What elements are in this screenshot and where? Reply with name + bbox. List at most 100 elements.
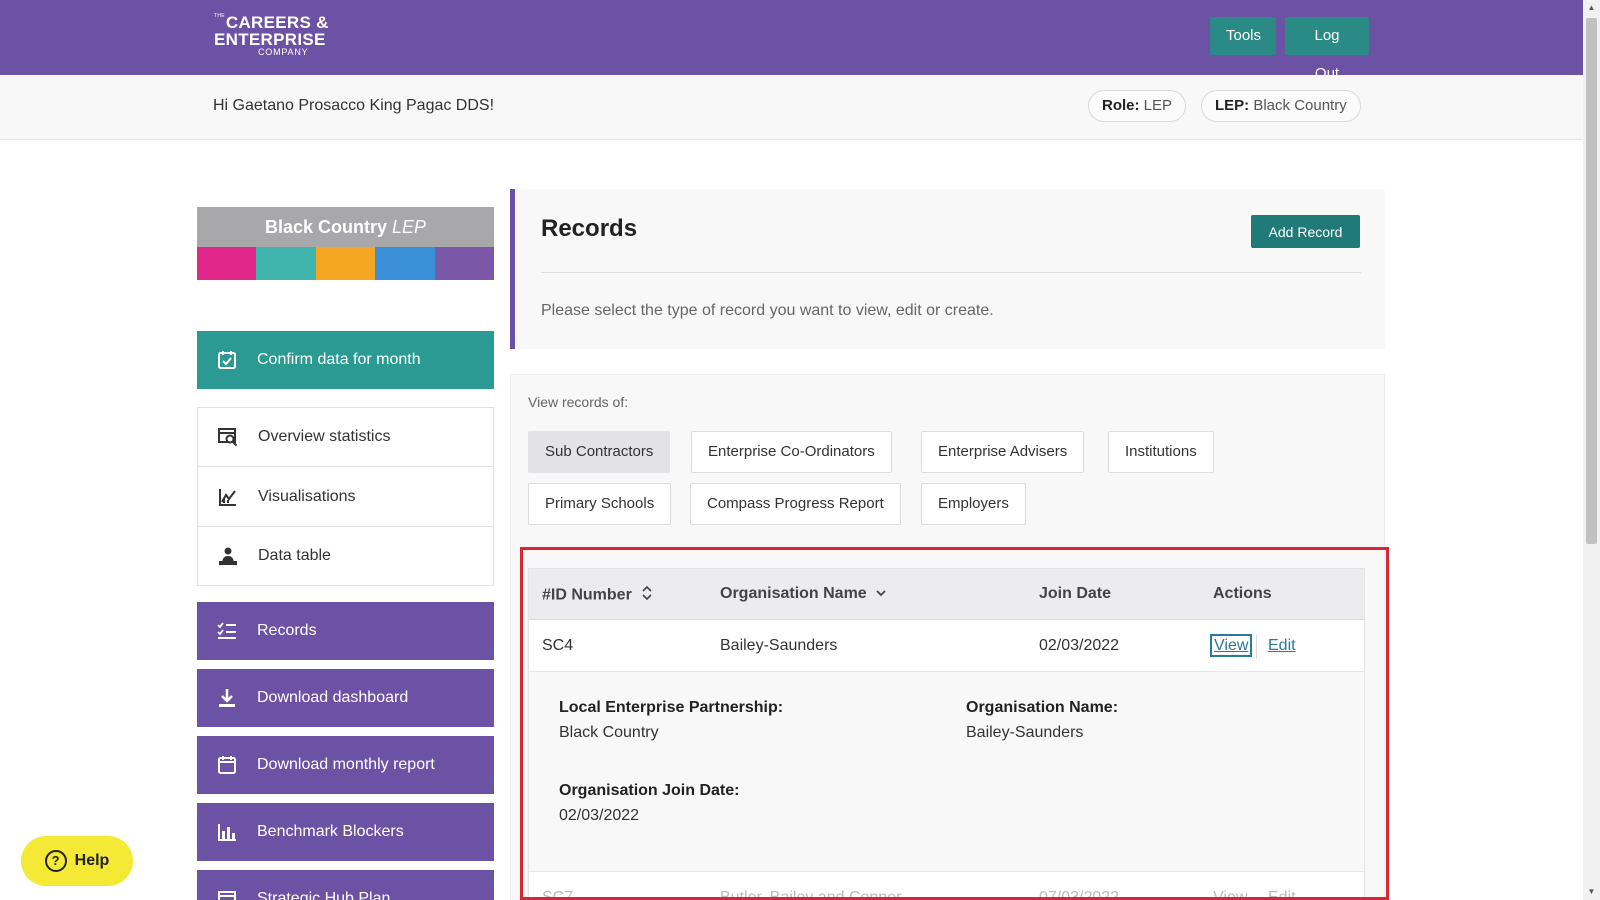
divider xyxy=(541,272,1361,273)
sidebar-action-label: Strategic Hub Plan xyxy=(257,890,391,900)
edit-link[interactable]: Edit xyxy=(1268,637,1296,654)
sidebar-action-strategic-hub-plan[interactable]: Strategic Hub Plan xyxy=(197,870,494,900)
top-header: THECAREERS & ENTERPRISE COMPANY Tools Lo… xyxy=(0,0,1583,82)
list-icon xyxy=(217,621,237,641)
sidebar-action-label: Records xyxy=(257,622,317,639)
lep-key: LEP: xyxy=(1215,97,1250,114)
sort-updown-icon[interactable] xyxy=(642,585,652,606)
detail-org-label: Organisation Name: xyxy=(966,699,1119,716)
sidebar-action-label: Download monthly report xyxy=(257,756,435,773)
lep-badge: LEP: Black Country xyxy=(1201,90,1361,122)
sidebar-item-label: Overview statistics xyxy=(258,428,391,445)
detail-join-label: Organisation Join Date: xyxy=(559,782,740,799)
chevron-down-icon[interactable] xyxy=(875,585,887,603)
logo-line-2: ENTERPRISE xyxy=(214,30,326,49)
detail-lep-label: Local Enterprise Partnership: xyxy=(559,699,784,716)
role-key: Role: xyxy=(1102,97,1140,114)
sidebar-item-label: Data table xyxy=(258,547,331,564)
column-join-date: Join Date xyxy=(1039,585,1112,602)
scrollbar[interactable]: ▲ ▼ xyxy=(1583,0,1600,900)
logout-button[interactable]: Log Out xyxy=(1285,17,1369,82)
lep-logo: Black Country LEP xyxy=(197,207,495,280)
sidebar-item-overview-statistics[interactable]: Overview statistics xyxy=(197,407,494,467)
magnify-report-icon xyxy=(218,427,238,447)
chart-trend-icon xyxy=(218,487,238,507)
edit-link[interactable]: Edit xyxy=(1268,889,1296,900)
records-table: #ID Number Organisation Name Join Date A… xyxy=(528,568,1365,900)
logo-line-3: COMPANY xyxy=(258,47,309,57)
cell-organisation-name: Bailey-Saunders xyxy=(720,637,838,654)
cell-join-date: 07/03/2022 xyxy=(1039,889,1120,900)
column-organisation-name[interactable]: Organisation Name xyxy=(720,585,887,603)
download-icon xyxy=(217,688,237,708)
bar-chart-icon xyxy=(217,822,237,842)
cell-organisation-name: Butler, Bailey and Conner xyxy=(720,889,902,900)
tools-button[interactable]: Tools xyxy=(1210,17,1276,55)
help-label: Help xyxy=(74,852,110,869)
confirm-data-button[interactable]: Confirm data for month xyxy=(197,331,494,389)
sidebar-action-download-dashboard[interactable]: Download dashboard xyxy=(197,669,494,727)
sidebar-action-label: Benchmark Blockers xyxy=(257,823,404,840)
column-actions: Actions xyxy=(1213,585,1272,602)
sidebar-action-download-monthly-report[interactable]: Download monthly report xyxy=(197,736,494,794)
records-description: Please select the type of record you wan… xyxy=(541,302,994,319)
filter-primary-schools[interactable]: Primary Schools xyxy=(528,483,672,525)
lep-stripe xyxy=(434,247,495,280)
confirm-data-label: Confirm data for month xyxy=(257,351,421,368)
table-header: #ID Number Organisation Name Join Date A… xyxy=(529,569,1364,620)
sidebar-item-visualisations[interactable]: Visualisations xyxy=(197,466,494,527)
filter-sub-contractors[interactable]: Sub Contractors xyxy=(528,431,671,473)
action-divider xyxy=(1256,635,1257,659)
help-button[interactable]: ? Help xyxy=(21,836,133,886)
records-card: Records Please select the type of record… xyxy=(510,189,1385,349)
scroll-down-arrow-icon[interactable]: ▼ xyxy=(1583,884,1600,900)
view-link[interactable]: View xyxy=(1213,889,1247,900)
detail-org-value: Bailey-Saunders xyxy=(966,724,1084,741)
lep-logo-title-italic: LEP xyxy=(392,217,427,237)
scroll-thumb[interactable] xyxy=(1586,18,1597,544)
logo-the-text: THE xyxy=(214,13,225,19)
sidebar-action-records[interactable]: Records xyxy=(197,602,494,660)
cell-id: SC4 xyxy=(542,637,574,654)
add-record-button[interactable]: Add Record xyxy=(1251,215,1360,248)
view-records-label: View records of: xyxy=(528,394,629,410)
calendar-icon xyxy=(217,755,237,775)
role-badge: Role: LEP xyxy=(1088,90,1187,122)
cell-join-date: 02/03/2022 xyxy=(1039,637,1120,654)
column-id-number-label: #ID Number xyxy=(542,586,632,604)
table-row[interactable]: SC4 Bailey-Saunders 02/03/2022 View Edit xyxy=(529,621,1364,672)
lep-stripe xyxy=(315,247,376,280)
view-link[interactable]: View xyxy=(1209,634,1253,657)
filter-enterprise-advisers[interactable]: Enterprise Advisers xyxy=(921,431,1085,473)
filter-compass-progress-report[interactable]: Compass Progress Report xyxy=(690,483,901,525)
page-title: Records xyxy=(541,215,638,242)
lep-logo-title: Black Country LEP xyxy=(197,207,494,247)
role-value: LEP xyxy=(1143,97,1173,114)
sidebar-action-benchmark-blockers[interactable]: Benchmark Blockers xyxy=(197,803,494,861)
greeting-text: Hi Gaetano Prosacco King Pagac DDS! xyxy=(213,97,495,114)
sidebar-item-data-table[interactable]: Data table xyxy=(197,526,494,586)
sidebar-item-label: Visualisations xyxy=(258,487,356,505)
detail-lep-value: Black Country xyxy=(559,724,659,741)
person-table-icon xyxy=(218,546,238,566)
cell-id: SC7 xyxy=(542,889,574,900)
column-id-number[interactable]: #ID Number xyxy=(542,585,652,606)
filter-enterprise-co-ordinators[interactable]: Enterprise Co-Ordinators xyxy=(691,431,892,473)
lep-stripe xyxy=(375,247,435,280)
row-detail-panel: Local Enterprise Partnership: Black Coun… xyxy=(529,672,1364,872)
lep-stripe xyxy=(197,247,257,280)
scroll-up-arrow-icon[interactable]: ▲ xyxy=(1583,0,1600,16)
filter-employers[interactable]: Employers xyxy=(921,483,1026,525)
filter-institutions[interactable]: Institutions xyxy=(1108,431,1214,473)
question-icon: ? xyxy=(44,850,67,872)
calendar-check-icon xyxy=(217,350,237,370)
lep-stripe xyxy=(256,247,316,280)
company-logo[interactable]: THECAREERS & ENTERPRISE COMPANY xyxy=(214,14,329,57)
lep-value: Black Country xyxy=(1253,97,1347,114)
lep-logo-stripes xyxy=(197,247,495,280)
table-row[interactable]: SC7 Butler, Bailey and Conner 07/03/2022… xyxy=(529,873,1364,900)
column-organisation-name-label: Organisation Name xyxy=(720,585,867,603)
greeting-bar: Hi Gaetano Prosacco King Pagac DDS! Role… xyxy=(0,75,1583,140)
detail-join-value: 02/03/2022 xyxy=(559,807,640,824)
window-icon xyxy=(217,889,237,900)
